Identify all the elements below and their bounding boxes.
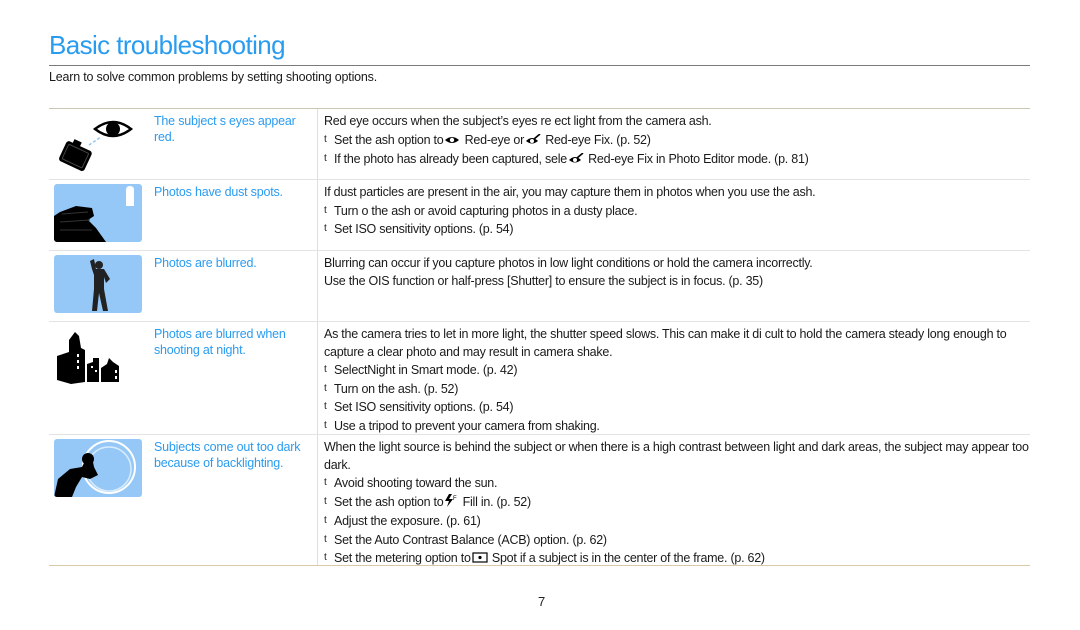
solution-text: Red eye occurs when the subject’s eyes r… (317, 109, 1030, 179)
solution-bullet: t Set the ash option to Red-eye or Red-ey… (324, 131, 1030, 151)
bullet-mark: t (324, 477, 327, 488)
illustration-frame (54, 184, 142, 242)
troubleshooting-table: The subject s eyes appear red. Red eye o… (49, 108, 1030, 566)
red-eye-camera-illustration (49, 109, 149, 179)
solution-bullet: t If the photo has already been captured,… (324, 150, 1030, 170)
solution-bullet: t Set the metering option to Spot if a su… (324, 549, 1030, 569)
bullet-mark: t (324, 495, 327, 507)
solution-bullet: t Set ISO sensitivity options. (p. 54) (324, 222, 514, 236)
bullet-mark: t (324, 133, 327, 145)
title-divider (49, 65, 1030, 66)
solution-bullet: t Avoid shooting toward the sun. (324, 476, 498, 490)
solution-bullet: t Set ISO sensitivity options. (p. 54) (324, 400, 514, 414)
dust-spots-illustration (49, 180, 149, 250)
solution-text: As the camera tries to let in more light… (317, 322, 1030, 434)
solution-intro: When the light source is behind the subj… (324, 440, 1029, 472)
solution-intro-2: Use the OIS function or half-press [Shut… (324, 273, 763, 288)
red-eye-icon (444, 133, 460, 151)
solution-text: When the light source is behind the subj… (317, 435, 1030, 565)
bullet-mark: t (324, 364, 327, 375)
problem-label: The subject s eyes appear red. (154, 114, 296, 144)
solution-bullet: t Set the ash option to F Fill in. (p. 52) (324, 493, 1030, 513)
problem-label: Photos are blurred. (154, 256, 257, 270)
solution-intro: Blurring can occur if you capture photos… (324, 256, 813, 270)
backlight-person-illustration (49, 435, 149, 565)
camera-icon (59, 139, 92, 171)
table-row: Photos are blurred. Blurring can occur i… (49, 251, 1030, 322)
solution-bullet: t Set the Auto Contrast Balance (ACB) opt… (324, 532, 607, 547)
page-subtitle: Learn to solve common problems by settin… (49, 70, 377, 84)
fill-flash-icon: F (444, 493, 458, 513)
illustration-frame (54, 439, 142, 497)
problem-label: Subjects come out too dark because of ba… (154, 440, 301, 470)
table-row: The subject s eyes appear red. Red eye o… (49, 109, 1030, 180)
eye-icon (92, 120, 134, 138)
table-row: Photos have dust spots. If dust particle… (49, 180, 1030, 251)
bullet-mark: t (324, 382, 327, 394)
bullet-mark: t (324, 204, 327, 216)
bullet-mark: t (324, 419, 327, 431)
solution-text: If dust particles are present in the air… (317, 180, 1030, 250)
solution-bullet: t Turn o the ash or avoid capturing photo… (324, 203, 638, 218)
red-eye-fix-icon (568, 152, 584, 170)
solution-text: Blurring can occur if you capture photos… (317, 251, 1030, 321)
spot-metering-icon (472, 551, 488, 569)
solution-intro: If dust particles are present in the air… (324, 185, 816, 199)
night-city-illustration (49, 322, 149, 434)
table-row: Photos are blurred when shooting at nigh… (49, 322, 1030, 435)
bullet-mark: t (324, 552, 327, 563)
bullet-mark: t (324, 533, 327, 545)
table-row: Subjects come out too dark because of ba… (49, 435, 1030, 566)
problem-label: Photos are blurred when shooting at nigh… (154, 327, 286, 357)
solution-intro: Red eye occurs when the subject’s eyes r… (324, 114, 712, 128)
svg-text:F: F (453, 496, 457, 502)
solution-bullet: t SelectNight in Smart mode. (p. 42) (324, 363, 518, 377)
problem-label: Photos have dust spots. (154, 185, 283, 199)
solution-bullet: t Use a tripod to prevent your camera fro… (324, 418, 600, 433)
page-number: 7 (538, 594, 546, 609)
bullet-mark: t (324, 401, 327, 412)
bullet-mark: t (324, 153, 327, 164)
blurred-person-illustration (49, 251, 149, 321)
page-title: Basic troubleshooting (49, 30, 286, 60)
red-eye-fix-icon (525, 132, 541, 151)
solution-bullet: t Adjust the exposure. (p. 61) (324, 514, 481, 528)
bullet-mark: t (324, 223, 327, 234)
bullet-mark: t (324, 515, 327, 526)
illustration-frame (54, 255, 142, 313)
solution-bullet: t Turn on the ash. (p. 52) (324, 381, 459, 396)
solution-intro: As the camera tries to let in more light… (324, 327, 1007, 359)
